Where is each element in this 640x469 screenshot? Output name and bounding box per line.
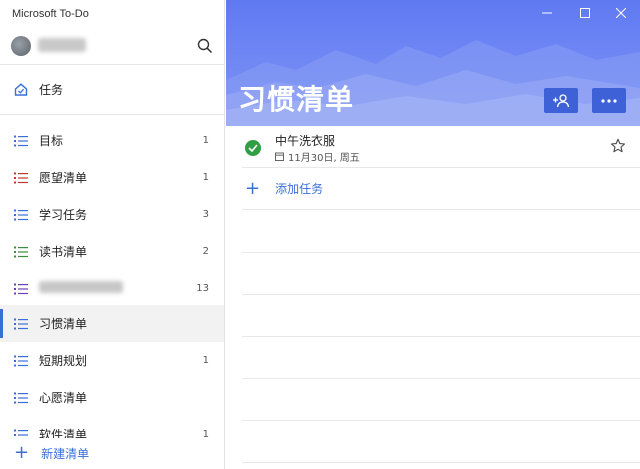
sidebar-item-habit-list[interactable]: 习惯清单 <box>0 305 224 342</box>
plus-icon: + <box>14 442 30 463</box>
sidebar-item-count: 1 <box>202 172 209 183</box>
minimize-button[interactable] <box>532 4 562 22</box>
list-icon <box>14 318 28 330</box>
sidebar-item-short-term-plan[interactable]: 短期规划 1 <box>0 342 224 379</box>
close-icon <box>616 8 626 18</box>
maximize-icon <box>580 8 590 18</box>
sidebar-item-study-tasks[interactable]: 学习任务 3 <box>0 196 224 233</box>
star-button[interactable] <box>610 138 626 158</box>
divider <box>0 114 225 115</box>
sidebar-item-count: 2 <box>202 246 209 257</box>
sidebar-item-count: 13 <box>196 283 209 294</box>
sidebar-item-label: 愿望清单 <box>39 171 88 185</box>
sidebar-item-label: 心愿清单 <box>39 391 88 405</box>
list-icon <box>14 355 28 367</box>
task-complete-checkbox[interactable] <box>245 140 261 156</box>
row-divider <box>242 294 640 295</box>
row-divider <box>242 252 640 253</box>
list-icon <box>14 283 28 295</box>
more-icon <box>601 98 617 103</box>
avatar[interactable] <box>11 36 31 56</box>
list-icon <box>14 172 28 184</box>
task-due-date: 11月30日, 周五 <box>275 149 360 164</box>
new-list-button[interactable]: + 新建清单 <box>0 438 224 468</box>
plus-icon: + <box>245 177 261 199</box>
new-list-label: 新建清单 <box>41 446 90 461</box>
more-options-button[interactable] <box>592 88 626 113</box>
checkmark-icon <box>248 144 258 152</box>
task-title: 中午洗衣服 <box>275 134 336 148</box>
calendar-icon <box>275 152 284 161</box>
task-item[interactable]: 中午洗衣服 11月30日, 周五 <box>242 126 640 168</box>
sidebar-item-count: 1 <box>202 355 209 366</box>
page-title: 习惯清单 <box>238 83 355 116</box>
sidebar-item-label: 目标 <box>39 134 64 148</box>
user-name <box>38 38 86 52</box>
app-title: Microsoft To-Do <box>12 8 89 20</box>
main-panel: 习惯清单 中午洗衣服 11月30日, 周五 + 添加任务 <box>226 0 640 469</box>
row-divider <box>242 336 640 337</box>
row-divider <box>242 378 640 379</box>
account-row[interactable] <box>0 28 225 62</box>
row-divider <box>242 462 640 463</box>
sidebar-item-label: 短期规划 <box>39 354 88 368</box>
sidebar-item-reading-list[interactable]: 读书清单 2 <box>0 233 224 270</box>
star-icon <box>610 138 626 153</box>
list-icon <box>14 209 28 221</box>
sidebar-item-label: 读书清单 <box>39 245 88 259</box>
sidebar-item-wishlist[interactable]: 愿望清单 1 <box>0 159 224 196</box>
sidebar-item-hidden-list[interactable]: 13 <box>0 270 224 307</box>
sidebar-item-label: 任务 <box>39 83 64 97</box>
sidebar-item-count: 3 <box>202 209 209 220</box>
sidebar-item-goals[interactable]: 目标 1 <box>0 122 224 159</box>
maximize-button[interactable] <box>570 4 600 22</box>
share-list-button[interactable] <box>544 88 578 113</box>
task-due-text: 11月30日, 周五 <box>288 153 360 164</box>
add-task-button[interactable]: + 添加任务 <box>242 168 640 210</box>
sidebar-item-label: 学习任务 <box>39 208 88 222</box>
sidebar-item-tasks[interactable]: 任务 <box>0 71 224 108</box>
list-icon <box>14 135 28 147</box>
list-header: 习惯清单 <box>226 0 640 126</box>
search-button[interactable] <box>193 34 217 58</box>
minimize-icon <box>542 12 552 14</box>
row-divider <box>242 420 640 421</box>
add-person-icon <box>553 93 570 107</box>
close-button[interactable] <box>606 4 636 22</box>
sidebar-item-label: 习惯清单 <box>39 317 88 331</box>
sidebar-item-count: 1 <box>202 135 209 146</box>
blurred-label <box>39 281 123 293</box>
sidebar: Microsoft To-Do 任务 目标 1 愿望清单 1 学习任务 3 读书… <box>0 0 225 469</box>
list-icon <box>14 392 28 404</box>
sidebar-item-wish-list-2[interactable]: 心愿清单 <box>0 379 224 416</box>
search-icon <box>197 38 213 54</box>
home-icon <box>14 83 28 96</box>
add-task-label: 添加任务 <box>275 182 324 196</box>
list-icon <box>14 246 28 258</box>
sidebar-item-label <box>39 281 196 296</box>
divider <box>0 64 225 65</box>
